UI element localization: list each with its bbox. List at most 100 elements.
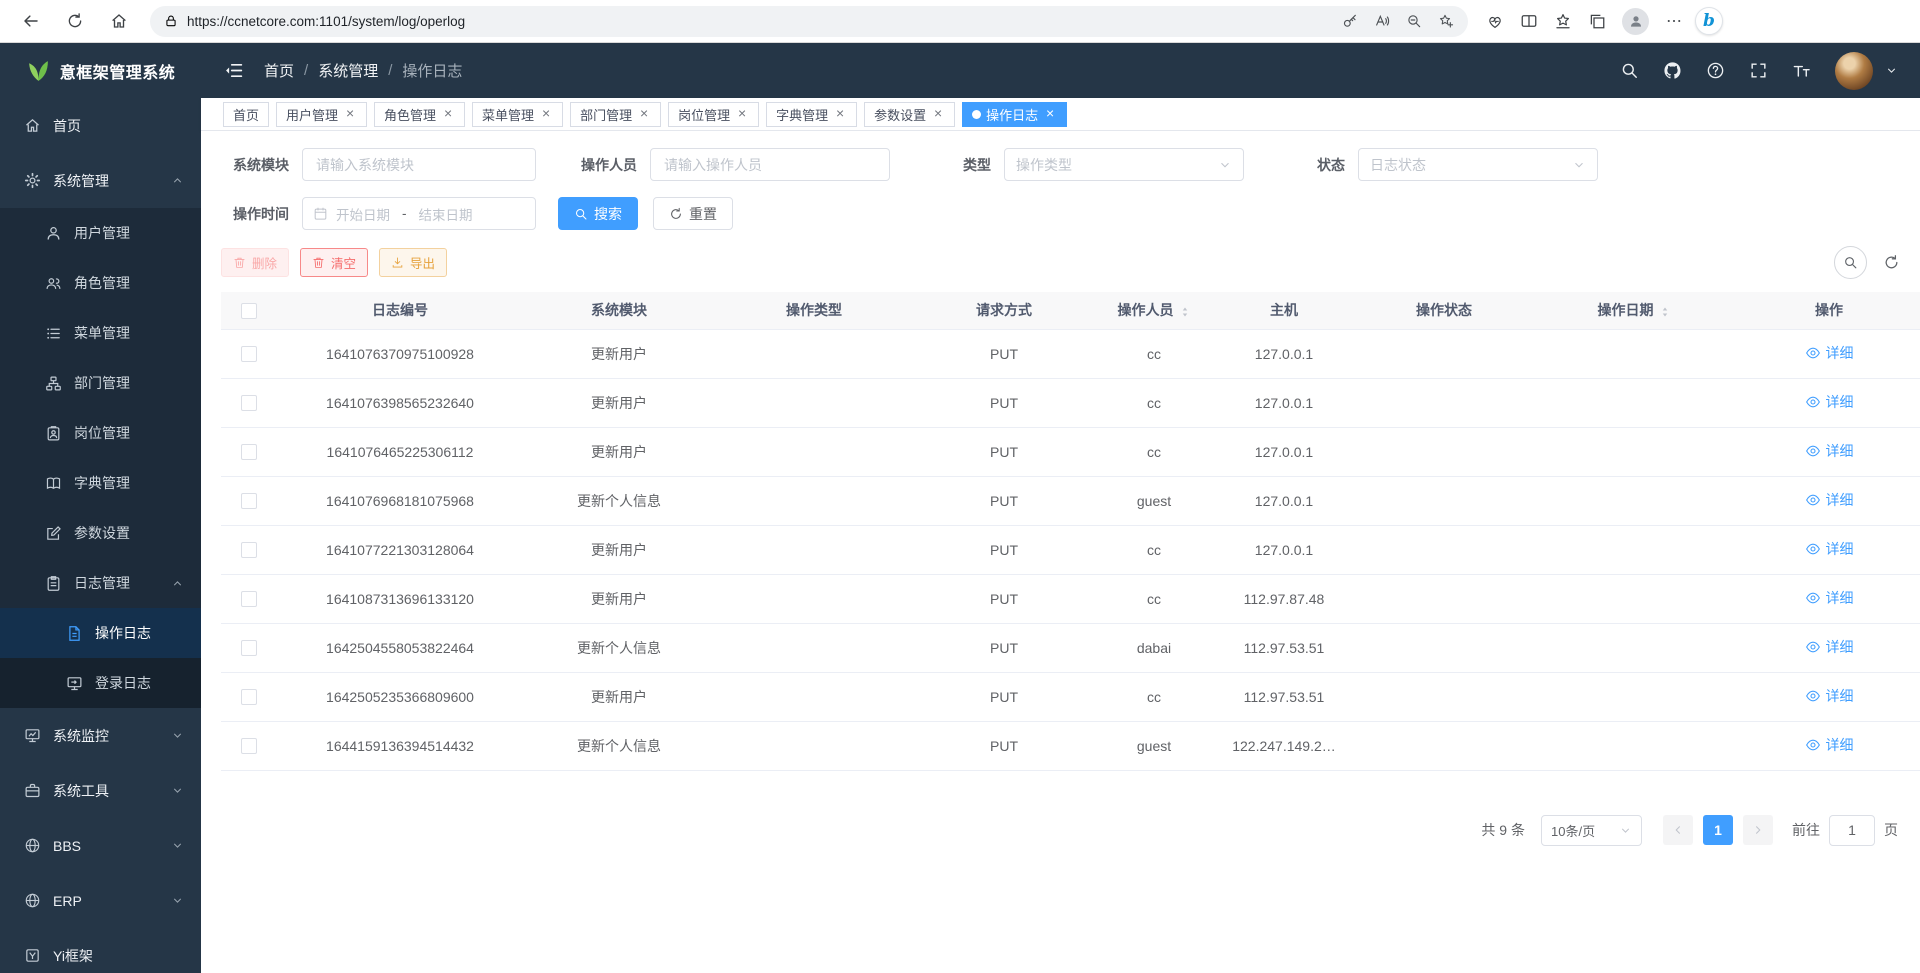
operator-input[interactable] — [650, 148, 890, 181]
address-bar[interactable]: https://ccnetcore.com:1101/system/log/op… — [150, 6, 1468, 37]
tab-用户管理[interactable]: 用户管理× — [276, 102, 367, 127]
close-icon[interactable]: × — [441, 107, 455, 121]
status-select[interactable]: 日志状态 — [1358, 148, 1598, 181]
sidebar-item-菜单管理[interactable]: 菜单管理 — [0, 308, 201, 358]
sidebar-item-日志管理[interactable]: 日志管理 — [0, 558, 201, 608]
tab-字典管理[interactable]: 字典管理× — [766, 102, 857, 127]
tab-参数设置[interactable]: 参数设置× — [864, 102, 955, 127]
sidebar-item-系统监控[interactable]: 系统监控 — [0, 708, 201, 763]
row-checkbox[interactable] — [241, 542, 257, 558]
row-checkbox[interactable] — [241, 346, 257, 362]
row-checkbox[interactable] — [241, 738, 257, 754]
delete-button[interactable]: 删除 — [221, 248, 289, 277]
read-aloud-icon[interactable] — [1374, 13, 1390, 29]
collections-icon[interactable] — [1588, 12, 1606, 30]
profile-avatar[interactable] — [1622, 8, 1649, 35]
page-size-select[interactable]: 10条/页 — [1541, 815, 1642, 846]
app-logo[interactable]: 意框架管理系统 — [0, 43, 201, 98]
hamburger-icon[interactable] — [223, 60, 244, 81]
sidebar-item-系统工具[interactable]: 系统工具 — [0, 763, 201, 818]
reset-button[interactable]: 重置 — [653, 197, 733, 230]
row-checkbox[interactable] — [241, 689, 257, 705]
sidebar-item-label: 部门管理 — [74, 373, 130, 393]
detail-link[interactable]: 详细 — [1805, 441, 1854, 461]
tab-菜单管理[interactable]: 菜单管理× — [472, 102, 563, 127]
module-input[interactable] — [302, 148, 536, 181]
sidebar-item-角色管理[interactable]: 角色管理 — [0, 258, 201, 308]
tab-岗位管理[interactable]: 岗位管理× — [668, 102, 759, 127]
sidebar-item-字典管理[interactable]: 字典管理 — [0, 458, 201, 508]
date-range-input[interactable]: 开始日期 - 结束日期 — [302, 197, 536, 230]
detail-link[interactable]: 详细 — [1805, 686, 1854, 706]
detail-link[interactable]: 详细 — [1805, 490, 1854, 510]
sidebar-item-BBS[interactable]: BBS — [0, 818, 201, 873]
close-icon[interactable]: × — [637, 107, 651, 121]
breadcrumb-item[interactable]: 首页 — [264, 60, 294, 81]
zoom-out-icon[interactable] — [1406, 13, 1422, 29]
sidebar-item-ERP[interactable]: ERP — [0, 873, 201, 928]
detail-link[interactable]: 详细 — [1805, 735, 1854, 755]
close-icon[interactable]: × — [833, 107, 847, 121]
close-icon[interactable]: × — [735, 107, 749, 121]
table-refresh-icon[interactable] — [1883, 254, 1900, 271]
prev-page-button[interactable] — [1663, 815, 1693, 845]
fullscreen-icon[interactable] — [1749, 61, 1768, 80]
detail-link[interactable]: 详细 — [1805, 637, 1854, 657]
star-bar-icon[interactable] — [1554, 12, 1572, 30]
column-header-操作日期[interactable]: 操作日期 — [1534, 292, 1734, 329]
breadcrumb-item[interactable]: 系统管理 — [318, 60, 378, 81]
sidebar-item-首页[interactable]: 首页 — [0, 98, 201, 153]
next-page-button[interactable] — [1743, 815, 1773, 845]
user-avatar[interactable] — [1835, 52, 1873, 90]
current-page[interactable]: 1 — [1703, 815, 1733, 845]
row-checkbox[interactable] — [241, 640, 257, 656]
sidebar-item-部门管理[interactable]: 部门管理 — [0, 358, 201, 408]
detail-link[interactable]: 详细 — [1805, 588, 1854, 608]
close-icon[interactable]: × — [539, 107, 553, 121]
detail-link[interactable]: 详细 — [1805, 539, 1854, 559]
type-select[interactable]: 操作类型 — [1004, 148, 1244, 181]
row-checkbox[interactable] — [241, 444, 257, 460]
dots-icon[interactable] — [1665, 12, 1683, 30]
sidebar-item-用户管理[interactable]: 用户管理 — [0, 208, 201, 258]
row-checkbox[interactable] — [241, 493, 257, 509]
sidebar-item-系统管理[interactable]: 系统管理 — [0, 153, 201, 208]
close-icon[interactable]: × — [1043, 107, 1057, 121]
clear-button[interactable]: 清空 — [300, 248, 368, 277]
row-checkbox[interactable] — [241, 591, 257, 607]
split-icon[interactable] — [1520, 12, 1538, 30]
sidebar-item-岗位管理[interactable]: 岗位管理 — [0, 408, 201, 458]
github-icon[interactable] — [1663, 61, 1682, 80]
question-icon[interactable] — [1706, 61, 1725, 80]
tab-部门管理[interactable]: 部门管理× — [570, 102, 661, 127]
detail-label: 详细 — [1826, 735, 1854, 755]
avatar-caret-down-icon[interactable] — [1885, 64, 1898, 77]
search-button[interactable]: 搜索 — [558, 197, 638, 230]
column-header-操作人员[interactable]: 操作人员 — [1094, 292, 1214, 329]
export-button[interactable]: 导出 — [379, 248, 447, 277]
goto-page-input[interactable] — [1829, 815, 1875, 846]
detail-link[interactable]: 详细 — [1805, 392, 1854, 412]
sidebar-item-参数设置[interactable]: 参数设置 — [0, 508, 201, 558]
sidebar-item-登录日志[interactable]: 登录日志 — [0, 658, 201, 708]
bing-icon[interactable]: b — [1695, 7, 1723, 35]
close-icon[interactable]: × — [931, 107, 945, 121]
tab-首页[interactable]: 首页 — [223, 102, 269, 127]
tab-操作日志[interactable]: 操作日志× — [962, 102, 1067, 127]
font-size-icon[interactable] — [1792, 61, 1811, 80]
essentials-icon[interactable] — [1486, 12, 1504, 30]
search-icon[interactable] — [1620, 61, 1639, 80]
detail-link[interactable]: 详细 — [1805, 343, 1854, 363]
select-all-checkbox[interactable] — [241, 303, 257, 319]
home-button[interactable] — [102, 4, 136, 38]
sidebar-item-操作日志[interactable]: 操作日志 — [0, 608, 201, 658]
key-icon[interactable] — [1342, 13, 1358, 29]
sidebar-item-Yi框架[interactable]: Yi框架 — [0, 928, 201, 973]
table-search-toggle-button[interactable] — [1834, 246, 1867, 279]
back-button[interactable] — [14, 4, 48, 38]
refresh-button[interactable] — [58, 4, 92, 38]
row-checkbox[interactable] — [241, 395, 257, 411]
star-plus-icon[interactable] — [1438, 13, 1454, 29]
tab-角色管理[interactable]: 角色管理× — [374, 102, 465, 127]
close-icon[interactable]: × — [343, 107, 357, 121]
